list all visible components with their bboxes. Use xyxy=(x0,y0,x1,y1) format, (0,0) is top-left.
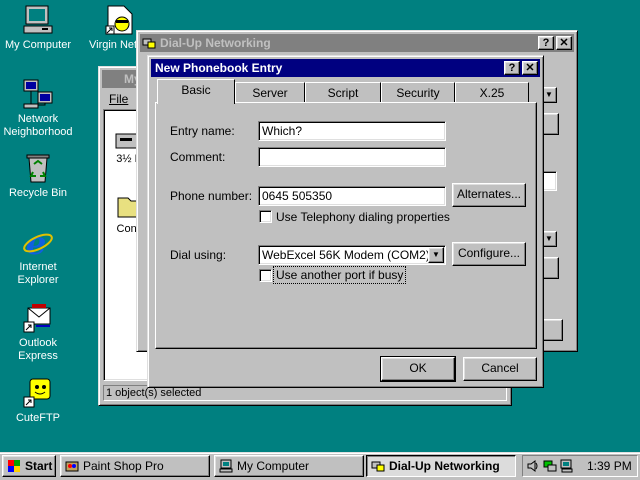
tab-security[interactable]: Security xyxy=(381,82,455,102)
phone-number-field[interactable]: 0645 505350 xyxy=(258,186,446,206)
taskbar-button-my-computer[interactable]: My Computer xyxy=(214,455,364,477)
dialup-icon xyxy=(371,459,385,473)
comment-field[interactable] xyxy=(258,147,446,167)
menu-file[interactable]: File xyxy=(109,92,128,106)
phone-number-label: Phone number: xyxy=(170,189,253,203)
entry-name-field[interactable]: Which? xyxy=(258,121,446,141)
entry-name-label: Entry name: xyxy=(170,124,235,138)
menu-file-label: File xyxy=(109,92,129,106)
desktop-icon-outlook-express[interactable]: Outlook Express xyxy=(0,302,76,363)
modem-status-icon[interactable] xyxy=(543,459,557,476)
desktop-icon-label: My Computer xyxy=(4,39,72,51)
tab-label: Server xyxy=(252,86,288,100)
dialup-icon xyxy=(142,36,156,50)
new-phonebook-entry-dialog[interactable]: New Phonebook Entry ? ✕ Basic Server Scr… xyxy=(147,55,544,388)
dial-using-select[interactable]: WebExcel 56K Modem (COM2) ▼ xyxy=(258,245,446,265)
close-button[interactable]: ✕ xyxy=(556,36,572,50)
comment-label: Comment: xyxy=(170,150,226,164)
another-port-checkbox[interactable] xyxy=(259,269,272,282)
my-computer-icon xyxy=(219,459,233,473)
another-port-checkbox-label[interactable]: Use another port if busy xyxy=(272,266,407,284)
tab-label: Script xyxy=(327,86,359,100)
virgin-net-phone-icon xyxy=(104,4,136,36)
basic-tab-panel: Entry name: Which? Comment: Phone number… xyxy=(155,102,537,349)
tab-script[interactable]: Script xyxy=(305,82,381,102)
desktop-icon-label: Internet Explorer xyxy=(17,261,59,286)
desktop-icon-label: CuteFTP xyxy=(15,412,60,424)
chevron-down-icon[interactable]: ▼ xyxy=(428,247,444,263)
tab-label: Basic xyxy=(181,83,211,97)
help-button[interactable]: ? xyxy=(538,36,554,50)
system-tray: 1:39 PM xyxy=(522,455,638,477)
desktop-icon-network-neighborhood[interactable]: Network Neighborhood xyxy=(0,78,76,139)
taskbar-button-paint-shop-pro[interactable]: Paint Shop Pro xyxy=(60,455,210,477)
task-label: Paint Shop Pro xyxy=(83,459,164,473)
cancel-button[interactable]: Cancel xyxy=(463,357,537,381)
help-button[interactable]: ? xyxy=(504,61,520,75)
dialog-titlebar[interactable]: New Phonebook Entry ? ✕ xyxy=(151,59,540,77)
clock[interactable]: 1:39 PM xyxy=(587,459,632,473)
desktop-icon-internet-explorer[interactable]: e Internet Explorer xyxy=(0,224,76,287)
close-button[interactable]: ✕ xyxy=(522,61,538,75)
internet-explorer-icon: e xyxy=(22,224,54,262)
my-computer-icon xyxy=(22,4,54,36)
desktop-icon-cuteftp[interactable]: CuteFTP xyxy=(0,377,76,425)
desktop-icon-label: Network Neighborhood xyxy=(3,113,73,138)
network-status-icon[interactable] xyxy=(560,459,574,476)
desktop-icon-my-computer[interactable]: My Computer xyxy=(0,4,76,52)
dialog-title: New Phonebook Entry xyxy=(155,61,283,75)
tab-basic[interactable]: Basic xyxy=(157,79,235,104)
desktop-icon-recycle-bin[interactable]: Recycle Bin xyxy=(0,152,76,200)
recycle-bin-icon xyxy=(22,152,54,184)
tab-label: Security xyxy=(396,86,440,100)
telephony-checkbox-label[interactable]: Use Telephony dialing properties xyxy=(276,210,450,224)
outlook-express-icon xyxy=(22,302,54,334)
ok-button[interactable]: OK xyxy=(380,356,456,382)
dial-using-label: Dial using: xyxy=(170,248,227,262)
alternates-button[interactable]: Alternates... xyxy=(452,183,526,207)
desktop-icon-label: Outlook Express xyxy=(18,337,58,362)
status-text: 1 object(s) selected xyxy=(106,387,202,399)
desktop-icon-label: Recycle Bin xyxy=(8,187,68,199)
telephony-checkbox[interactable] xyxy=(259,210,272,223)
window-title: Dial-Up Networking xyxy=(160,36,271,50)
speaker-icon[interactable] xyxy=(526,459,540,476)
dial-using-value: WebExcel 56K Modem (COM2) xyxy=(262,248,430,262)
task-label: My Computer xyxy=(237,459,310,473)
paint-shop-pro-icon xyxy=(65,459,79,473)
network-neighborhood-icon xyxy=(22,78,54,110)
task-label: Dial-Up Networking xyxy=(389,459,500,473)
start-button[interactable]: Start xyxy=(2,455,56,477)
tab-x25[interactable]: X.25 xyxy=(455,82,529,102)
dialup-titlebar[interactable]: Dial-Up Networking ? ✕ xyxy=(140,34,574,52)
start-label: Start xyxy=(25,459,53,473)
taskbar-button-dialup-networking[interactable]: Dial-Up Networking xyxy=(366,455,516,477)
tab-server[interactable]: Server xyxy=(235,82,305,102)
tab-label: X.25 xyxy=(479,86,505,100)
configure-button[interactable]: Configure... xyxy=(452,242,526,266)
cuteftp-icon xyxy=(22,377,54,409)
windows-logo-icon xyxy=(7,459,21,473)
dialup-side-control-5[interactable] xyxy=(541,319,563,341)
